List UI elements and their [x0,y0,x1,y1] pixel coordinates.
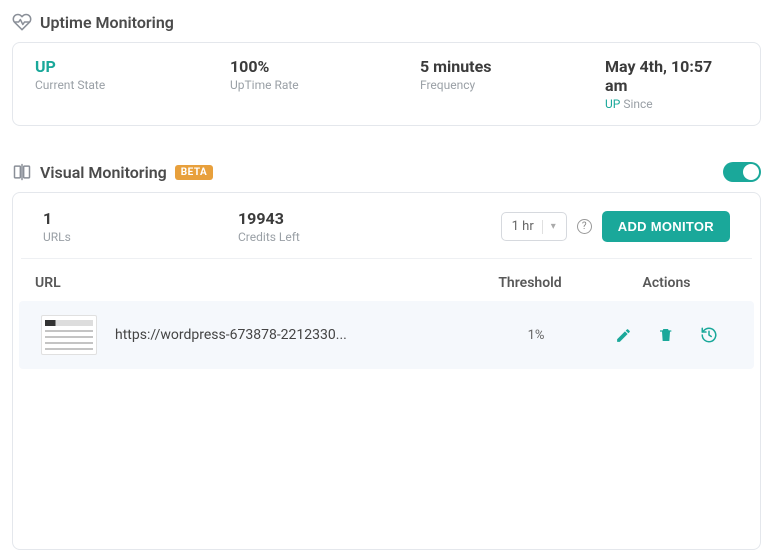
interval-value: 1 hr [512,219,534,234]
split-screen-icon [12,162,32,182]
interval-select[interactable]: 1 hr ▾ [501,212,567,241]
cell-threshold: 1% [471,328,601,343]
stat-uptime-rate: 100% UpTime Rate [230,57,420,111]
stat-state-value: UP [35,57,230,76]
stat-freq-label: Frequency [420,78,605,92]
help-icon[interactable]: ? [577,219,592,234]
cell-url: https://wordpress-673878-2212330... [41,315,471,355]
site-thumbnail[interactable] [41,315,97,355]
stat-credits-label: Credits Left [238,230,428,244]
add-monitor-button[interactable]: ADD MONITOR [602,211,730,242]
visual-section-header: Visual Monitoring BETA [12,162,761,182]
table-row: https://wordpress-673878-2212330... 1% [19,301,754,369]
col-header-actions: Actions [595,275,738,291]
visual-controls: 1 hr ▾ ? ADD MONITOR [501,211,730,242]
visual-monitoring-toggle[interactable] [723,162,761,182]
chevron-down-icon: ▾ [551,221,556,232]
edit-icon[interactable] [615,326,632,344]
stat-freq-value: 5 minutes [420,57,605,76]
col-header-threshold: Threshold [465,275,595,291]
stat-since-value: May 4th, 10:57 am [605,57,738,95]
monitor-table-header: URL Threshold Actions [13,259,760,301]
stat-current-state: UP Current State [35,57,230,111]
stat-urls: 1 URLs [43,209,238,244]
stat-since-rest: Since [620,97,652,111]
heartbeat-icon [12,12,32,32]
stat-frequency: 5 minutes Frequency [420,57,605,111]
url-text: https://wordpress-673878-2212330... [115,327,347,343]
visual-panel: 1 URLs 19943 Credits Left 1 hr ▾ ? ADD M… [12,192,761,550]
visual-title: Visual Monitoring [40,163,167,182]
stat-credits-value: 19943 [238,209,428,228]
stat-rate-label: UpTime Rate [230,78,420,92]
stat-urls-label: URLs [43,230,238,244]
beta-badge: BETA [175,165,214,180]
col-header-url: URL [35,275,465,291]
uptime-section-header: Uptime Monitoring [12,12,761,32]
select-divider [542,220,543,234]
stat-rate-value: 100% [230,57,420,76]
uptime-stats-panel: UP Current State 100% UpTime Rate 5 minu… [12,42,761,126]
delete-icon[interactable] [658,326,674,344]
stat-credits: 19943 Credits Left [238,209,428,244]
cell-actions [601,326,732,344]
stat-state-label: Current State [35,78,230,92]
stat-since: May 4th, 10:57 am UP Since [605,57,738,111]
stat-since-up-word: UP [605,97,620,111]
stat-since-label: UP Since [605,97,738,111]
stat-urls-value: 1 [43,209,238,228]
history-icon[interactable] [700,326,718,344]
visual-top-bar: 1 URLs 19943 Credits Left 1 hr ▾ ? ADD M… [21,193,752,259]
uptime-title: Uptime Monitoring [40,13,174,32]
